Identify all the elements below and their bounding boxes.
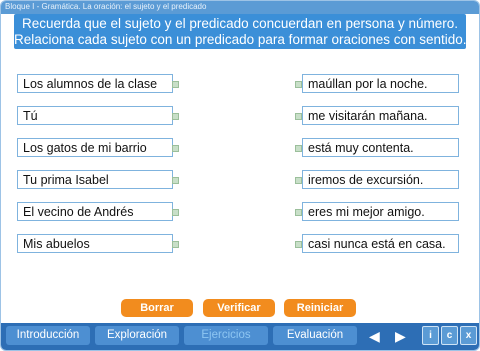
close-button[interactable]: x (460, 326, 477, 345)
predicate-label: maúllan por la noche. (308, 77, 428, 91)
subject-item[interactable]: Los alumnos de la clase (17, 74, 179, 93)
connector-dot[interactable] (295, 113, 302, 120)
info-button[interactable]: i (422, 326, 439, 345)
subject-item[interactable]: Mis abuelos (17, 234, 179, 253)
connector-dot[interactable] (172, 241, 179, 248)
subject-label: Tu prima Isabel (23, 173, 109, 187)
connector-dot[interactable] (172, 209, 179, 216)
erase-button[interactable]: Borrar (121, 299, 193, 317)
title-bar: Bloque I - Gramática. La oración: el suj… (1, 1, 479, 14)
predicate-item[interactable]: maúllan por la noche. (295, 74, 459, 93)
connector-dot[interactable] (172, 113, 179, 120)
predicate-label: casi nunca está en casa. (308, 237, 446, 251)
capture-button[interactable]: c (441, 326, 458, 345)
predicate-label: eres mi mejor amigo. (308, 205, 425, 219)
predicate-item[interactable]: eres mi mejor amigo. (295, 202, 459, 221)
subject-item[interactable]: El vecino de Andrés (17, 202, 179, 221)
tab-introduction[interactable]: Introducción (6, 326, 90, 345)
subject-label: Tú (23, 109, 38, 123)
subject-item[interactable]: Los gatos de mi barrio (17, 138, 179, 157)
predicate-label: iremos de excursión. (308, 173, 424, 187)
connector-dot[interactable] (295, 177, 302, 184)
predicate-label: está muy contenta. (308, 141, 414, 155)
tab-exploration[interactable]: Exploración (95, 326, 179, 345)
connector-dot[interactable] (295, 145, 302, 152)
subject-label: El vecino de Andrés (23, 205, 134, 219)
instruction-line-2: Relaciona cada sujeto con un predicado p… (14, 32, 467, 47)
tab-evaluation[interactable]: Evaluación (273, 326, 357, 345)
subject-label: Los alumnos de la clase (23, 77, 158, 91)
restart-button[interactable]: Reiniciar (284, 299, 356, 317)
subject-label: Mis abuelos (23, 237, 90, 251)
connector-dot[interactable] (295, 209, 302, 216)
connector-dot[interactable] (172, 81, 179, 88)
connector-dot[interactable] (295, 241, 302, 248)
predicate-item[interactable]: iremos de excursión. (295, 170, 459, 189)
arrow-right-icon[interactable]: ▶ (395, 329, 406, 343)
subject-label: Los gatos de mi barrio (23, 141, 147, 155)
predicate-item[interactable]: me visitarán mañana. (295, 106, 459, 125)
arrow-left-icon[interactable]: ◀ (369, 329, 380, 343)
predicate-item[interactable]: casi nunca está en casa. (295, 234, 459, 253)
connector-dot[interactable] (172, 177, 179, 184)
activity-window: Bloque I - Gramática. La oración: el suj… (0, 0, 480, 351)
predicate-label: me visitarán mañana. (308, 109, 428, 123)
breadcrumb: Bloque I - Gramática. La oración: el suj… (5, 2, 207, 11)
tab-exercises[interactable]: Ejercicios (184, 326, 268, 345)
subject-item[interactable]: Tu prima Isabel (17, 170, 179, 189)
subject-item[interactable]: Tú (17, 106, 179, 125)
instructions-panel: Recuerda que el sujeto y el predicado co… (14, 14, 467, 49)
connector-dot[interactable] (172, 145, 179, 152)
instruction-line-1: Recuerda que el sujeto y el predicado co… (21, 16, 459, 31)
connector-dot[interactable] (295, 81, 302, 88)
check-button[interactable]: Verificar (203, 299, 275, 317)
predicate-item[interactable]: está muy contenta. (295, 138, 459, 157)
